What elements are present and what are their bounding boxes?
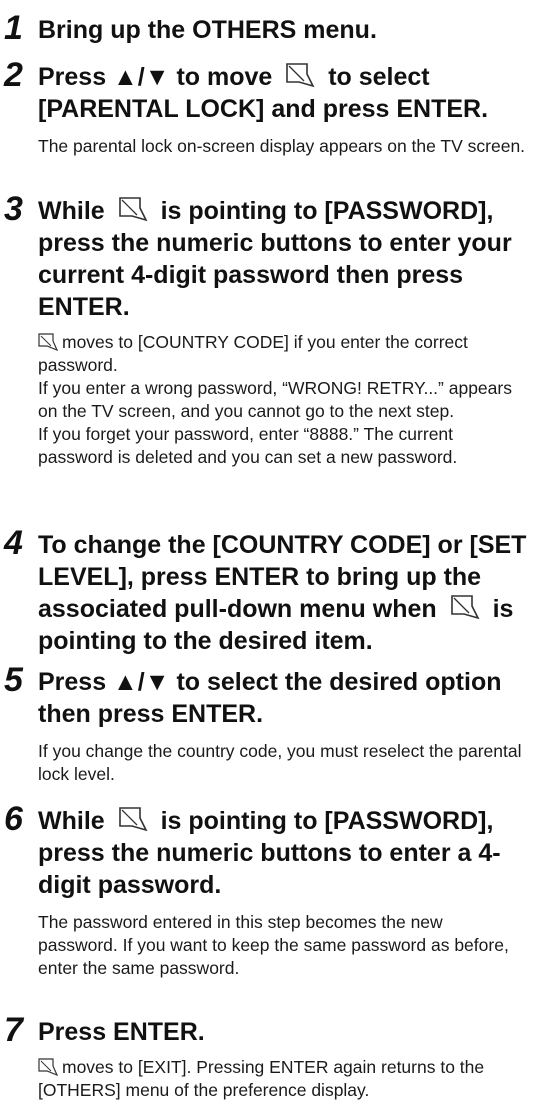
step-body: If you change the country code, you must… [38, 741, 522, 784]
cursor-arrow-icon [118, 196, 148, 222]
cursor-arrow-icon [38, 1058, 58, 1076]
step-number: 3 [4, 190, 23, 228]
step-heading: While is pointing to [PASSWORD], press t… [38, 195, 530, 323]
heading-text: While [38, 197, 105, 225]
heading-text: Press ▲/▼ to move [38, 63, 273, 91]
step-number: 7 [4, 1011, 23, 1049]
cursor-arrow-icon [118, 806, 148, 832]
cursor-arrow-icon [38, 333, 58, 351]
step-heading: While is pointing to [PASSWORD], press t… [38, 805, 530, 901]
cursor-arrow-icon [450, 594, 480, 620]
step-number: 5 [4, 661, 23, 699]
heading-text: to select [328, 63, 430, 91]
body-text: If you enter a wrong password, “WRONG! R… [38, 378, 512, 421]
heading-text: press the numeric buttons to enter your … [38, 229, 512, 321]
body-text: moves to [COUNTRY CODE] if you enter the… [38, 332, 468, 375]
heading-text: is pointing to [PASSWORD], [160, 807, 494, 835]
body-text: moves to [EXIT]. Pressing ENTER again re… [38, 1057, 485, 1100]
step-heading: To change the [COUNTRY CODE] or [SET LEV… [38, 529, 530, 657]
heading-text: While [38, 807, 105, 835]
heading-text: [PARENTAL LOCK] and press ENTER. [38, 95, 489, 123]
body-text: If you forget your password, enter “8888… [38, 424, 458, 467]
step-body: moves to [COUNTRY CODE] if you enter the… [38, 331, 526, 469]
heading-text: is pointing to [PASSWORD], [160, 197, 494, 225]
step-number: 6 [4, 800, 23, 838]
step-body: moves to [EXIT]. Pressing ENTER again re… [38, 1056, 526, 1102]
step-number: 1 [4, 9, 23, 47]
step-body: The parental lock on-screen display appe… [38, 136, 526, 156]
step-heading: Press ▲/▼ to select the desired option t… [38, 668, 502, 728]
step-number: 2 [4, 56, 23, 94]
step-number: 4 [4, 524, 23, 562]
heading-text: press the numeric buttons to enter a 4-d… [38, 839, 501, 899]
step-heading: Press ENTER. [38, 1018, 205, 1046]
step-body: The password entered in this step become… [38, 912, 509, 978]
step-heading: Bring up the OTHERS menu. [38, 16, 377, 44]
step-heading: Press ▲/▼ to move to select [PARENTAL LO… [38, 61, 530, 125]
cursor-arrow-icon [285, 62, 315, 88]
